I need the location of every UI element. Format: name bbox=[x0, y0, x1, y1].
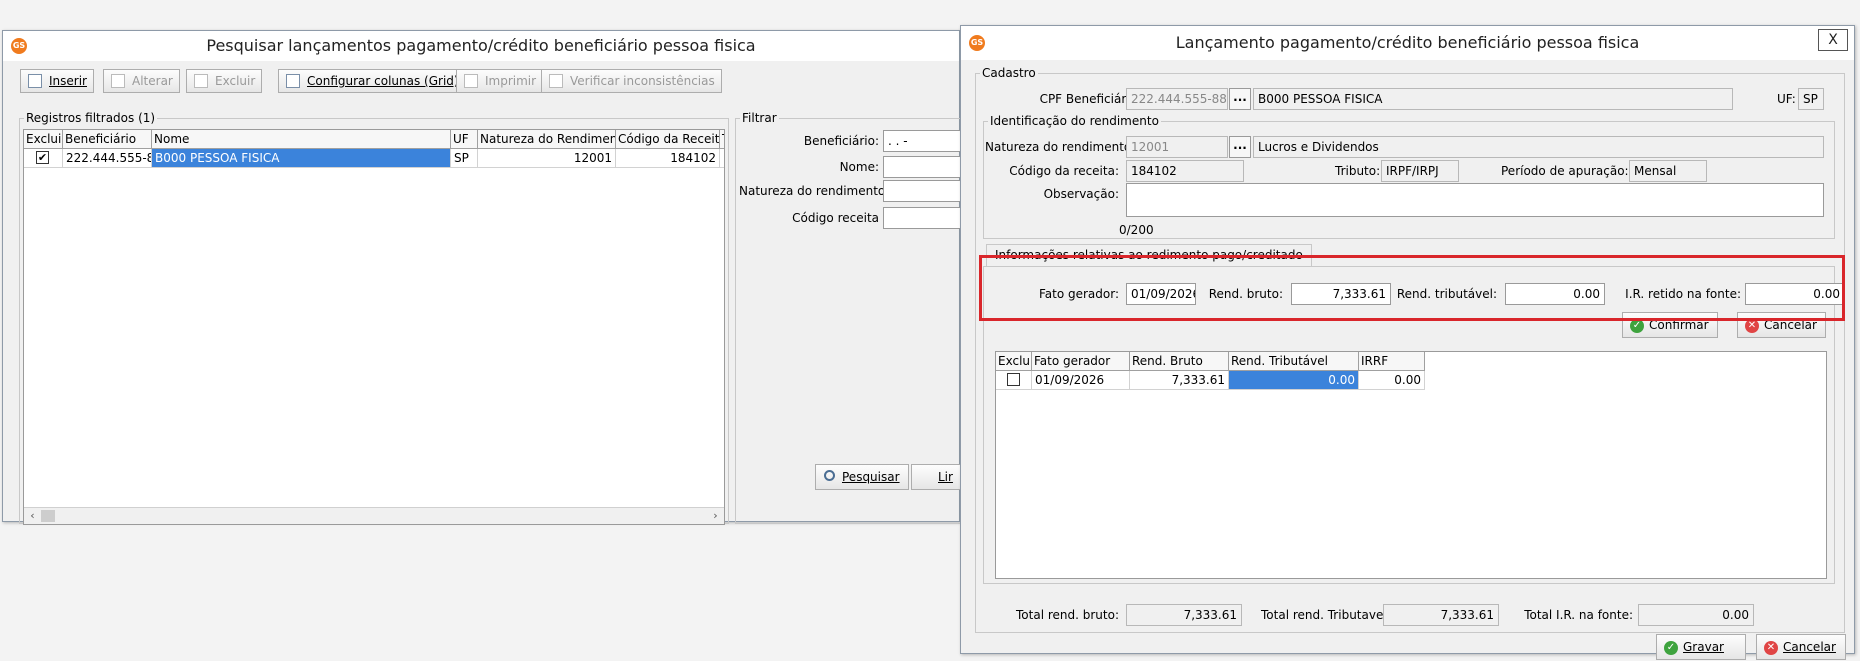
natureza-field[interactable]: 12001 bbox=[1126, 136, 1228, 158]
col-header-rend-bruto[interactable]: Rend. Bruto bbox=[1130, 352, 1229, 371]
tributo-label: Tributo: bbox=[1335, 164, 1381, 178]
cancel-icon: ✕ bbox=[1745, 319, 1759, 333]
pesquisar-button[interactable]: Pesquisar bbox=[815, 464, 909, 490]
cadastro-title: Cadastro bbox=[980, 65, 1038, 81]
total-tributavel-field: 7,333.61 bbox=[1383, 604, 1499, 626]
observacao-textarea[interactable] bbox=[1126, 183, 1824, 217]
col-header-natureza[interactable]: Natureza do Rendimento bbox=[478, 130, 616, 149]
table-row-natureza[interactable]: 12001 bbox=[478, 149, 616, 168]
table-row-fato-gerador[interactable]: 01/09/2026 bbox=[1032, 371, 1130, 390]
table-row-irrf[interactable]: 0.00 bbox=[1359, 371, 1425, 390]
periodo-field: Mensal bbox=[1629, 160, 1707, 182]
alterar-button[interactable]: Alterar bbox=[103, 69, 180, 93]
natureza-desc-field: Lucros e Dividendos bbox=[1253, 136, 1824, 158]
table-row-nome[interactable]: B000 PESSOA FISICA bbox=[152, 149, 451, 168]
excluir-button[interactable]: Excluir bbox=[186, 69, 263, 93]
total-ir-label: Total I.R. na fonte: bbox=[1524, 608, 1633, 622]
app-logo-icon: GS bbox=[11, 38, 27, 54]
col-header-excluir[interactable]: Excluir bbox=[24, 130, 63, 149]
uf-field: SP bbox=[1798, 88, 1824, 110]
inserir-button[interactable]: Inserir bbox=[20, 69, 94, 93]
col-header-rend-tributavel[interactable]: Rend. Tributável bbox=[1229, 352, 1359, 371]
table-row-beneficiario[interactable]: 222.444.555-88 bbox=[63, 149, 152, 168]
filtrar-title: Filtrar bbox=[740, 110, 779, 126]
table-row-excluir-cell[interactable] bbox=[996, 371, 1032, 390]
close-button[interactable]: X bbox=[1818, 29, 1848, 51]
scroll-thumb[interactable] bbox=[41, 510, 55, 522]
gravar-button[interactable]: ✓ Gravar bbox=[1656, 634, 1746, 660]
lancamento-dialog: GS Lançamento pagamento/crédito benefici… bbox=[960, 25, 1855, 660]
filtro-nome-label: Nome: bbox=[839, 160, 879, 174]
table-row-uf[interactable]: SP bbox=[451, 149, 478, 168]
table-row-rend-tributavel[interactable]: 0.00 bbox=[1229, 371, 1359, 390]
total-ir-field: 0.00 bbox=[1638, 604, 1754, 626]
observacao-label: Observação: bbox=[1043, 187, 1119, 201]
lancamentos-grid[interactable]: Excluir Fato gerador Rend. Bruto Rend. T… bbox=[995, 351, 1827, 579]
cpf-lookup-button[interactable]: ... bbox=[1229, 88, 1251, 110]
codigo-receita-field: 184102 bbox=[1126, 160, 1244, 182]
cancelar-button[interactable]: ✕ Cancelar bbox=[1756, 634, 1846, 660]
limpar-button[interactable]: Lir bbox=[911, 464, 962, 490]
cpf-field[interactable]: 222.444.555-88 bbox=[1126, 88, 1228, 110]
observacao-char-count: 0/200 bbox=[1119, 223, 1154, 237]
periodo-label: Período de apuração: bbox=[1501, 164, 1629, 178]
dialog-title: Lançamento pagamento/crédito beneficiári… bbox=[1175, 33, 1640, 52]
delete-doc-icon bbox=[194, 74, 208, 88]
search-window-title: Pesquisar lançamentos pagamento/crédito … bbox=[206, 36, 756, 55]
tributo-field: IRPF/IRPJ bbox=[1381, 160, 1459, 182]
filtro-codigo-label: Código receita bbox=[792, 211, 879, 225]
insert-doc-icon bbox=[28, 74, 42, 88]
search-icon bbox=[824, 470, 835, 481]
edit-doc-icon bbox=[111, 74, 125, 88]
col-header-beneficiario[interactable]: Beneficiário bbox=[63, 130, 152, 149]
total-bruto-field: 7,333.61 bbox=[1126, 604, 1242, 626]
col-header-t[interactable]: T bbox=[720, 130, 724, 149]
scroll-right-icon[interactable]: › bbox=[707, 508, 724, 524]
grid-icon bbox=[286, 74, 300, 88]
table-row-codigo[interactable]: 184102 bbox=[616, 149, 720, 168]
registros-hscrollbar[interactable]: ‹ › bbox=[24, 507, 724, 524]
check-icon: ✓ bbox=[1630, 319, 1644, 333]
natureza-lookup-button[interactable]: ... bbox=[1229, 136, 1251, 158]
row-excluir-checkbox[interactable]: ✔ bbox=[36, 151, 49, 164]
col-header-excluir[interactable]: Excluir bbox=[996, 352, 1032, 371]
col-header-fato-gerador[interactable]: Fato gerador bbox=[1032, 352, 1130, 371]
natureza-label: Natureza do rendimento: bbox=[985, 140, 1136, 154]
nome-field: B000 PESSOA FISICA bbox=[1253, 88, 1733, 110]
dialog-titlebar[interactable]: GS Lançamento pagamento/crédito benefici… bbox=[961, 26, 1854, 60]
uf-label: UF: bbox=[1777, 92, 1796, 106]
app-logo-icon: GS bbox=[969, 35, 985, 51]
row-excluir-checkbox[interactable] bbox=[1007, 373, 1020, 386]
total-bruto-label: Total rend. bruto: bbox=[1016, 608, 1119, 622]
cancel-icon: ✕ bbox=[1764, 641, 1778, 655]
cpf-label: CPF Beneficiário: bbox=[1039, 92, 1141, 106]
scroll-left-icon[interactable]: ‹ bbox=[24, 508, 41, 524]
identificacao-title: Identificação do rendimento bbox=[988, 113, 1161, 129]
printer-icon bbox=[464, 74, 478, 88]
imprimir-button[interactable]: Imprimir bbox=[456, 69, 544, 93]
col-header-codigo[interactable]: Código da Receita bbox=[616, 130, 720, 149]
highlight-box bbox=[979, 255, 1845, 321]
col-header-uf[interactable]: UF bbox=[451, 130, 478, 149]
table-row-rend-bruto[interactable]: 7,333.61 bbox=[1130, 371, 1229, 390]
filtro-natureza-label: Natureza do rendimento: bbox=[739, 184, 890, 198]
check-icon: ✓ bbox=[1664, 641, 1678, 655]
col-header-nome[interactable]: Nome bbox=[152, 130, 451, 149]
registros-grid[interactable]: Excluir Beneficiário Nome UF Natureza do… bbox=[23, 129, 725, 525]
table-row-t[interactable]: I bbox=[720, 149, 724, 168]
filtro-beneficiario-label: Beneficiário: bbox=[803, 134, 879, 148]
verificar-inconsistencias-button[interactable]: Verificar inconsistências bbox=[541, 69, 722, 93]
search-window: GS Pesquisar lançamentos pagamento/crédi… bbox=[2, 30, 975, 525]
col-header-irrf[interactable]: IRRF bbox=[1359, 352, 1425, 371]
configurar-colunas-button[interactable]: Configurar colunas (Grid) bbox=[278, 69, 466, 93]
registros-title: Registros filtrados (1) bbox=[24, 110, 158, 126]
check-doc-icon bbox=[549, 74, 563, 88]
codigo-receita-label: Código da receita: bbox=[1009, 164, 1119, 178]
table-row-excluir-cell[interactable]: ✔ bbox=[24, 149, 63, 168]
total-tributavel-label: Total rend. Tributavel: bbox=[1261, 608, 1391, 622]
search-window-titlebar[interactable]: GS Pesquisar lançamentos pagamento/crédi… bbox=[3, 31, 959, 61]
